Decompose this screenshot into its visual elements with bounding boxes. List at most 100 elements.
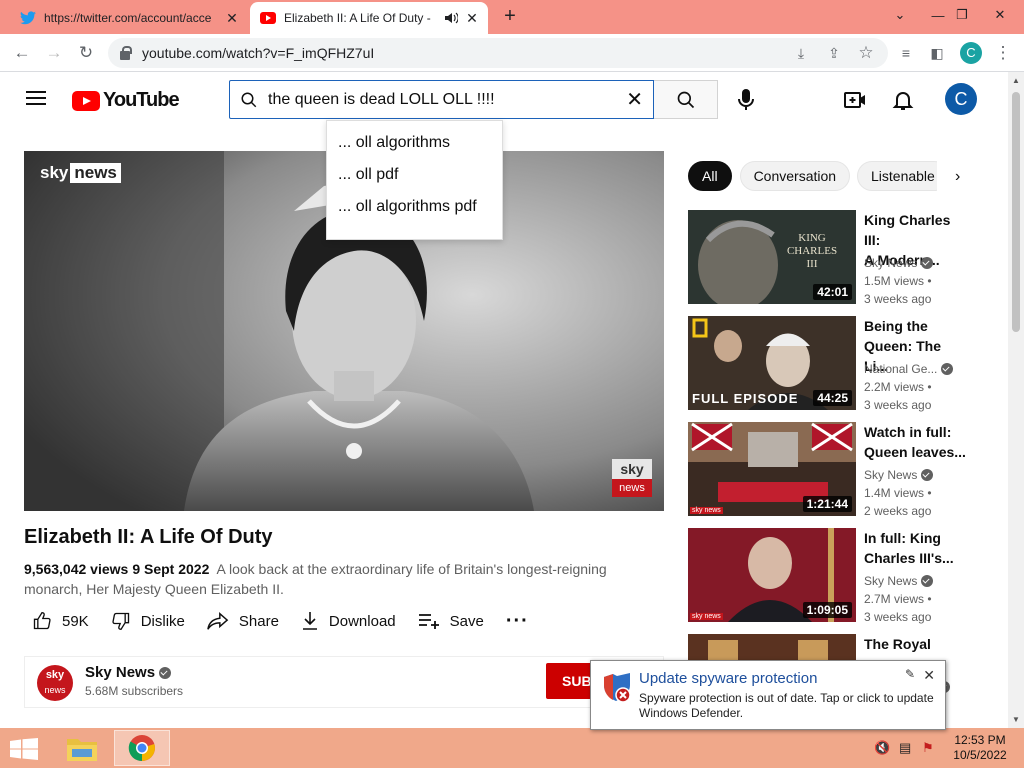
windows-taskbar: 🔇 ▤ ⚑ 12:53 PM 10/5/2022 — [0, 728, 1024, 768]
share-icon[interactable]: ⇪ — [823, 42, 845, 64]
action-center-alert-icon[interactable]: ⚑ — [922, 740, 938, 756]
views-text: 1.5M views • — [864, 274, 932, 288]
close-notification-icon[interactable]: ✕ — [923, 667, 935, 684]
suggestion-item[interactable]: ... oll pdf — [327, 165, 502, 197]
recommendation-item[interactable]: sky news 1:21:44 Watch in full: Queen lea… — [688, 422, 1008, 518]
browser-toolbar: ← → ↻ youtube.com/watch?v=F_imQFHZ7uI ⤓ … — [0, 34, 1024, 72]
close-window-button[interactable]: ✕ — [983, 0, 1017, 30]
video-thumbnail[interactable]: KING CHARLES III 42:01 — [688, 210, 856, 304]
bookmark-star-icon[interactable]: ☆ — [855, 42, 877, 64]
address-bar[interactable]: youtube.com/watch?v=F_imQFHZ7uI — [108, 38, 888, 68]
hamburger-menu-icon[interactable] — [26, 91, 46, 105]
suggestion-item[interactable]: ... oll algorithms pdf — [327, 197, 502, 229]
scrollbar-thumb[interactable] — [1012, 92, 1020, 332]
search-button[interactable] — [654, 80, 718, 119]
new-tab-button[interactable]: + — [500, 6, 520, 26]
recommendation-item[interactable]: KING CHARLES III 42:01 King Charles III:… — [688, 210, 1008, 306]
thumbnail-title: KING CHARLES III — [786, 232, 838, 270]
age-text: 3 weeks ago — [864, 292, 932, 306]
channel-line: Sky News — [864, 466, 974, 484]
chevron-right-icon[interactable]: › — [955, 168, 960, 186]
save-button[interactable]: Save — [418, 612, 484, 630]
search-input[interactable]: the queen is dead LOLL OLL !!!! ✕ — [229, 80, 654, 119]
menu-dots-icon[interactable]: ⋮ — [992, 42, 1014, 64]
tab-search-icon[interactable]: ⌄ — [883, 0, 917, 30]
channel-name[interactable]: Sky News — [85, 664, 172, 681]
chip-all[interactable]: All — [688, 161, 732, 191]
filter-chips: All Conversation — [688, 160, 858, 192]
chip-conversation[interactable]: Conversation — [739, 161, 851, 191]
like-button[interactable]: 59K — [32, 611, 89, 631]
age-text: 3 weeks ago — [864, 610, 932, 624]
download-button[interactable]: Download — [301, 611, 396, 631]
chip-clip-container: Listenable — [857, 160, 937, 192]
system-clock[interactable]: 12:53 PM 10/5/2022 — [944, 733, 1016, 763]
recommendation-title: The Royal — [864, 634, 968, 654]
channel-line: Sky News — [864, 254, 974, 272]
reload-icon[interactable]: ↻ — [75, 42, 97, 64]
video-duration: 42:01 — [813, 284, 852, 300]
dislike-button[interactable]: Dislike — [111, 611, 185, 631]
video-thumbnail[interactable]: sky news 1:21:44 — [688, 422, 856, 516]
pin-icon[interactable]: ✎ — [905, 667, 915, 681]
forward-icon[interactable]: → — [43, 42, 65, 64]
browser-tab-strip: https://twitter.com/account/acce ✕ Eliza… — [0, 0, 1024, 34]
page-scrollbar[interactable]: ▲ ▼ — [1008, 72, 1024, 728]
suggestion-item[interactable]: ... oll algorithms — [327, 133, 502, 165]
video-actions: 59K Dislike Share Download Save ··· — [24, 608, 551, 634]
video-description[interactable]: 9,563,042 views 9 Sept 2022 A look back a… — [24, 559, 624, 599]
more-actions-icon[interactable]: ··· — [506, 610, 529, 633]
create-video-icon[interactable] — [843, 88, 867, 112]
account-avatar[interactable]: C — [945, 83, 977, 115]
media-control-icon[interactable]: ≡ — [895, 42, 917, 64]
tab-youtube[interactable]: Elizabeth II: A Life Of Duty - ✕ — [250, 2, 488, 34]
volume-muted-icon[interactable]: 🔇 — [874, 740, 890, 756]
scroll-down-arrow-icon[interactable]: ▼ — [1012, 715, 1020, 724]
sky-news-bug: sky news — [612, 459, 652, 499]
clock-date: 10/5/2022 — [953, 748, 1007, 762]
views-text: 2.2M views • — [864, 380, 932, 394]
channel-row: sky news Sky News 5.68M subscribers SUB — [24, 656, 664, 708]
close-tab-icon[interactable]: ✕ — [464, 10, 480, 27]
install-icon[interactable]: ⤓ — [790, 42, 812, 64]
taskbar-chrome[interactable] — [114, 730, 170, 766]
tab-title: Elizabeth II: A Life Of Duty - — [284, 11, 431, 25]
windows-start-icon[interactable] — [10, 738, 38, 760]
notification-title: Update spyware protection — [639, 670, 818, 687]
tab-twitter[interactable]: https://twitter.com/account/acce ✕ — [8, 2, 248, 34]
restore-button[interactable]: ❐ — [945, 0, 979, 30]
microphone-icon[interactable] — [736, 88, 756, 112]
sky-watermark-text: sky — [40, 163, 69, 182]
channel-avatar[interactable]: sky news — [37, 665, 73, 701]
share-button[interactable]: Share — [207, 611, 279, 631]
network-icon[interactable]: ▤ — [899, 740, 915, 756]
video-thumbnail[interactable]: FULL EPISODE 44:25 — [688, 316, 856, 410]
notifications-bell-icon[interactable] — [891, 88, 915, 112]
channel-text: Sky News — [864, 468, 918, 482]
video-thumbnail[interactable]: sky news 1:09:05 — [688, 528, 856, 622]
clear-search-icon[interactable]: ✕ — [626, 87, 643, 112]
thumbnail-title: FULL EPISODE — [692, 391, 799, 406]
recommendation-item[interactable]: FULL EPISODE 44:25 Being the Queen: The L… — [688, 316, 1008, 412]
channel-avatar-top: sky — [45, 669, 65, 681]
youtube-logo[interactable]: YouTube — [72, 89, 180, 112]
scroll-up-arrow-icon[interactable]: ▲ — [1012, 76, 1020, 85]
close-tab-icon[interactable]: ✕ — [224, 10, 240, 27]
back-icon[interactable]: ← — [11, 42, 33, 64]
search-icon — [241, 92, 257, 107]
speaker-icon[interactable] — [444, 12, 458, 24]
news-watermark-text: news — [70, 163, 121, 183]
side-panel-icon[interactable]: ◧ — [926, 42, 948, 64]
dislike-label: Dislike — [140, 612, 185, 630]
spyware-notification[interactable]: Update spyware protection Spyware protec… — [590, 660, 946, 730]
channel-text: Sky News — [864, 574, 918, 588]
title-line: Being the — [864, 318, 928, 334]
taskbar-file-explorer[interactable] — [54, 730, 110, 766]
browser-profile-avatar[interactable]: C — [960, 42, 982, 64]
channel-text: National Ge... — [864, 362, 938, 376]
subscriber-count: 5.68M subscribers — [85, 684, 184, 698]
recommendation-item[interactable]: sky news 1:09:05 In full: King Charles II… — [688, 528, 1008, 624]
chip-listenable[interactable]: Listenable — [857, 161, 937, 191]
playlist-add-icon — [418, 614, 439, 629]
download-icon — [302, 612, 317, 630]
